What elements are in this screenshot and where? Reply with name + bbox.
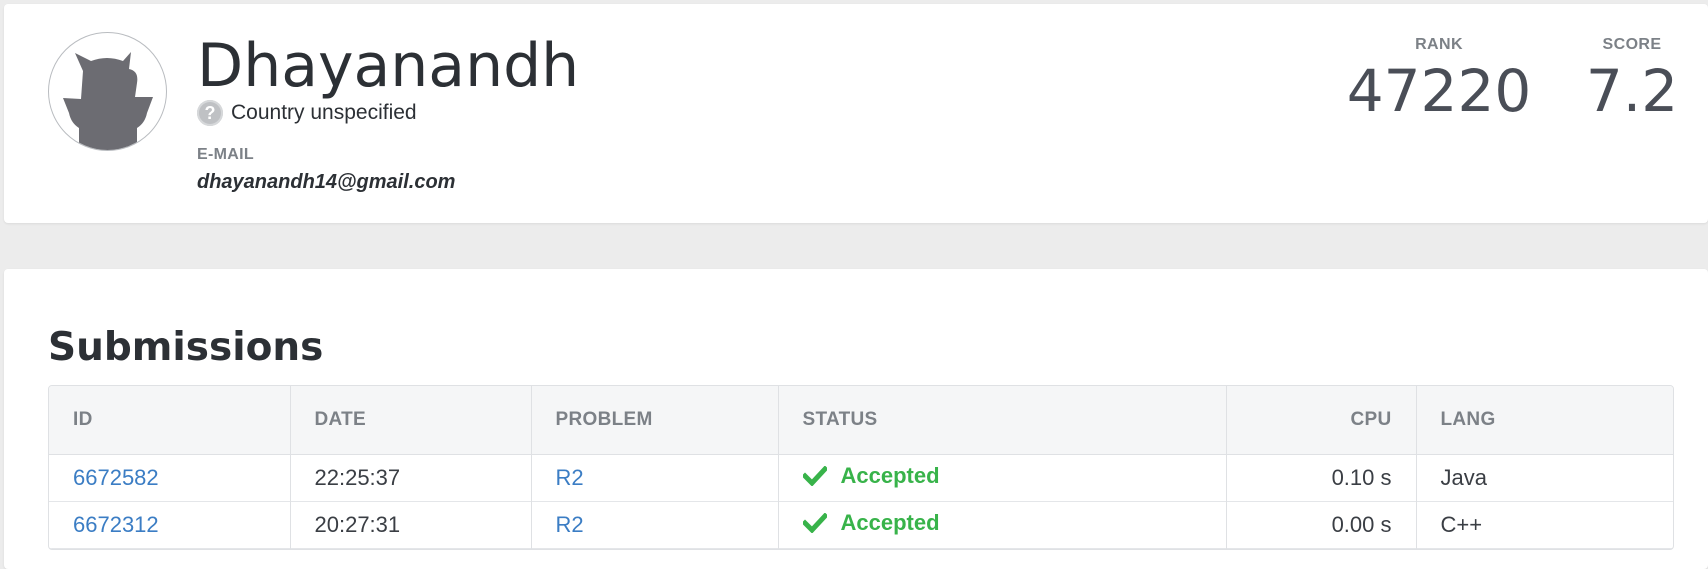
score-label: SCORE [1602,36,1662,53]
submissions-card: Submissions ID DATE PROBLEM STATUS CPU L… [4,269,1708,569]
submissions-table: ID DATE PROBLEM STATUS CPU LANG 6672582 … [48,385,1674,550]
country-row: ? Country unspecified [197,98,417,128]
table-row: 6672582 22:25:37 R2 Accepted 0.10 s Java [49,454,1673,501]
rank-stat: RANK 47220 [1344,36,1534,126]
column-header-status[interactable]: STATUS [777,386,1226,455]
status-label: Accepted [840,510,940,535]
unknown-country-flag-icon: ? [197,100,223,126]
table-row: 6672312 20:27:31 R2 Accepted 0.00 s C++ [49,501,1673,548]
email-value: dhayanandh14@gmail.com [197,171,456,193]
submission-lang: Java [1415,454,1673,501]
submission-lang: C++ [1415,501,1673,548]
email-label: E-MAIL [197,146,254,163]
profile-name: Dhayanandh [197,31,580,101]
checkmark-icon [802,513,827,533]
column-header-lang[interactable]: LANG [1415,386,1673,455]
rank-value: 47220 [1346,57,1532,125]
submission-status: Accepted [777,454,1226,501]
score-stat: SCORE 7.2 [1572,36,1692,126]
submission-status: Accepted [777,501,1226,548]
submission-cpu: 0.00 s [1225,501,1416,548]
profile-card: Dhayanandh ? Country unspecified E-MAIL … [4,4,1708,223]
score-value: 7.2 [1585,57,1679,125]
column-header-cpu[interactable]: CPU [1225,386,1416,455]
problem-link[interactable]: R2 [530,454,778,501]
submission-cpu: 0.10 s [1225,454,1416,501]
problem-link[interactable]: R2 [530,501,778,548]
status-accepted: Accepted [802,510,940,536]
column-header-problem[interactable]: PROBLEM [530,386,778,455]
submission-date: 22:25:37 [289,454,531,501]
submission-date: 20:27:31 [289,501,531,548]
rank-label: RANK [1415,36,1463,53]
status-label: Accepted [840,463,940,488]
submission-id-link[interactable]: 6672312 [49,501,290,548]
checkmark-icon [802,466,827,486]
table-header-row: ID DATE PROBLEM STATUS CPU LANG [49,386,1673,455]
column-header-date[interactable]: DATE [289,386,531,455]
avatar[interactable] [48,32,167,151]
submissions-title: Submissions [48,325,324,370]
country-label: Country unspecified [231,101,417,124]
column-header-id[interactable]: ID [49,386,290,455]
status-accepted: Accepted [802,463,940,489]
submission-id-link[interactable]: 6672582 [49,454,290,501]
cat-silhouette-icon [63,52,153,150]
